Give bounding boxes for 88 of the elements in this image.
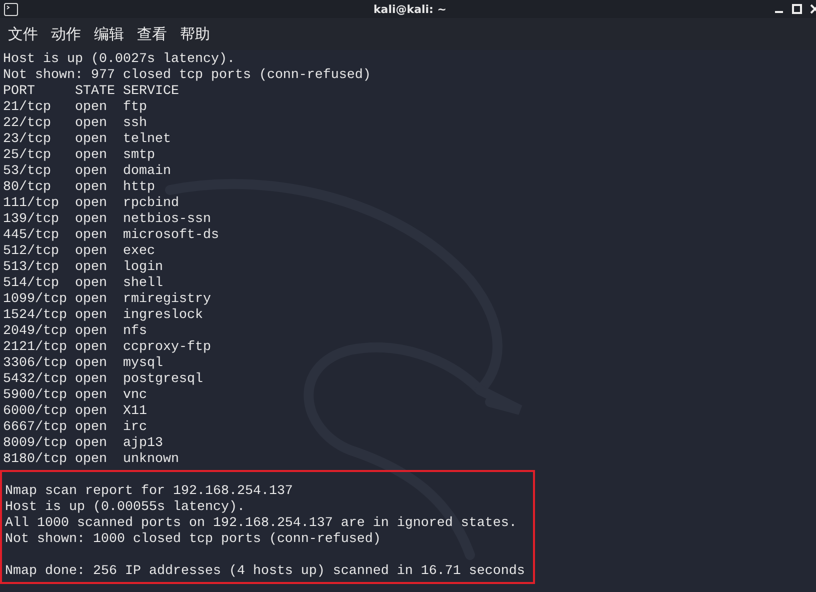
state-cell-text: open — [75, 244, 108, 260]
menu-item[interactable]: 帮助 — [180, 24, 210, 44]
service-cell: microsoft-ds — [123, 228, 219, 244]
port-cell-text: 25/tcp — [3, 148, 52, 164]
port-cell-text: 21/tcp — [3, 100, 52, 116]
port-cell-text: 5900/tcp — [3, 388, 68, 404]
close-icon[interactable] — [810, 4, 816, 14]
port-cell-text: 1099/tcp — [3, 292, 68, 308]
port-cell-text: 23/tcp — [3, 132, 52, 148]
terminal-line: Nmap scan report for 192.168.254.137 — [5, 484, 293, 500]
maximize-icon[interactable] — [792, 4, 802, 14]
state-cell-text: open — [75, 100, 108, 116]
service-cell: smtp — [123, 148, 155, 164]
terminal-icon — [4, 2, 18, 16]
port-cell-text: 111/tcp — [3, 196, 60, 212]
terminal-line: Nmap done: 256 IP addresses (4 hosts up) scanned in 16.71 seconds — [5, 564, 525, 580]
port-cell-text: 5432/tcp — [3, 372, 68, 388]
port-cell-text: 514/tcp — [3, 276, 60, 292]
port-cell-text: 1524/tcp — [3, 308, 68, 324]
state-cell-text: open — [75, 340, 108, 356]
service-cell: irc — [123, 420, 147, 436]
state-cell-text: open — [75, 196, 108, 212]
service-cell: nfs — [123, 324, 147, 340]
state-cell-text: open — [75, 388, 108, 404]
service-cell: http — [123, 180, 155, 196]
service-cell: unknown — [123, 452, 179, 468]
port-cell-text: 139/tcp — [3, 212, 60, 228]
state-cell-text: open — [75, 436, 108, 452]
state-cell-text: open — [75, 180, 108, 196]
port-cell-text: 6000/tcp — [3, 404, 68, 420]
column-header: PORT — [3, 84, 36, 100]
state-cell-text: open — [75, 132, 108, 148]
service-cell: mysql — [123, 356, 163, 372]
service-cell: exec — [123, 244, 155, 260]
service-cell: rpcbind — [123, 196, 179, 212]
port-cell-text: 22/tcp — [3, 116, 52, 132]
terminal-line: Host is up (0.00055s latency). — [5, 500, 245, 516]
state-cell-text: open — [75, 276, 108, 292]
service-cell: X11 — [123, 404, 147, 420]
state-cell-text: open — [75, 164, 108, 180]
column-header: STATE — [75, 84, 116, 100]
service-cell: vnc — [123, 388, 147, 404]
service-cell: ajp13 — [123, 436, 163, 452]
state-cell-text: open — [75, 148, 108, 164]
port-cell-text: 8009/tcp — [3, 436, 68, 452]
state-cell-text: open — [75, 292, 108, 308]
terminal-line: All 1000 scanned ports on 192.168.254.137 are in ignored states. — [5, 516, 517, 532]
state-cell-text: open — [75, 420, 108, 436]
port-cell-text: 6667/tcp — [3, 420, 68, 436]
port-cell-text: 80/tcp — [3, 180, 52, 196]
service-cell: ingreslock — [123, 308, 203, 324]
service-cell: domain — [123, 164, 171, 180]
menu-item[interactable]: 编辑 — [94, 24, 124, 44]
state-cell-text: open — [75, 116, 108, 132]
service-cell: netbios-ssn — [123, 212, 211, 228]
port-cell-text: 513/tcp — [3, 260, 60, 276]
service-cell: postgresql — [123, 372, 203, 388]
state-cell-text: open — [75, 452, 108, 468]
port-cell-text: 8180/tcp — [3, 452, 68, 468]
state-cell-text: open — [75, 260, 108, 276]
service-cell: shell — [123, 276, 163, 292]
menu-item[interactable]: 文件 — [8, 24, 38, 44]
service-cell: telnet — [123, 132, 171, 148]
state-cell-text: open — [75, 212, 108, 228]
port-cell-text: 53/tcp — [3, 164, 52, 180]
terminal-line: Host is up (0.0027s latency). — [3, 52, 235, 68]
state-cell-text: open — [75, 324, 108, 340]
menu-item[interactable]: 查看 — [137, 24, 167, 44]
column-header: SERVICE — [123, 84, 179, 100]
window-title: kali@kali: ~ — [372, 2, 446, 16]
port-cell-text: 3306/tcp — [3, 356, 68, 372]
service-cell: ftp — [123, 100, 147, 116]
service-cell: ccproxy-ftp — [123, 340, 211, 356]
terminal-line: Not shown: 977 closed tcp ports (conn-refused) — [3, 68, 371, 84]
port-cell-text: 2121/tcp — [3, 340, 68, 356]
state-cell-text: open — [75, 372, 108, 388]
port-cell-text: 512/tcp — [3, 244, 60, 260]
state-cell-text: open — [75, 356, 108, 372]
state-cell-text: open — [75, 404, 108, 420]
state-cell-text: open — [75, 228, 108, 244]
port-cell-text: 2049/tcp — [3, 324, 68, 340]
port-cell-text: 445/tcp — [3, 228, 60, 244]
terminal-line: Not shown: 1000 closed tcp ports (conn-refused) — [5, 532, 381, 548]
state-cell-text: open — [75, 308, 108, 324]
service-cell: login — [123, 260, 163, 276]
service-cell: rmiregistry — [123, 292, 211, 308]
menu-item[interactable]: 动作 — [51, 24, 81, 44]
service-cell: ssh — [123, 116, 147, 132]
